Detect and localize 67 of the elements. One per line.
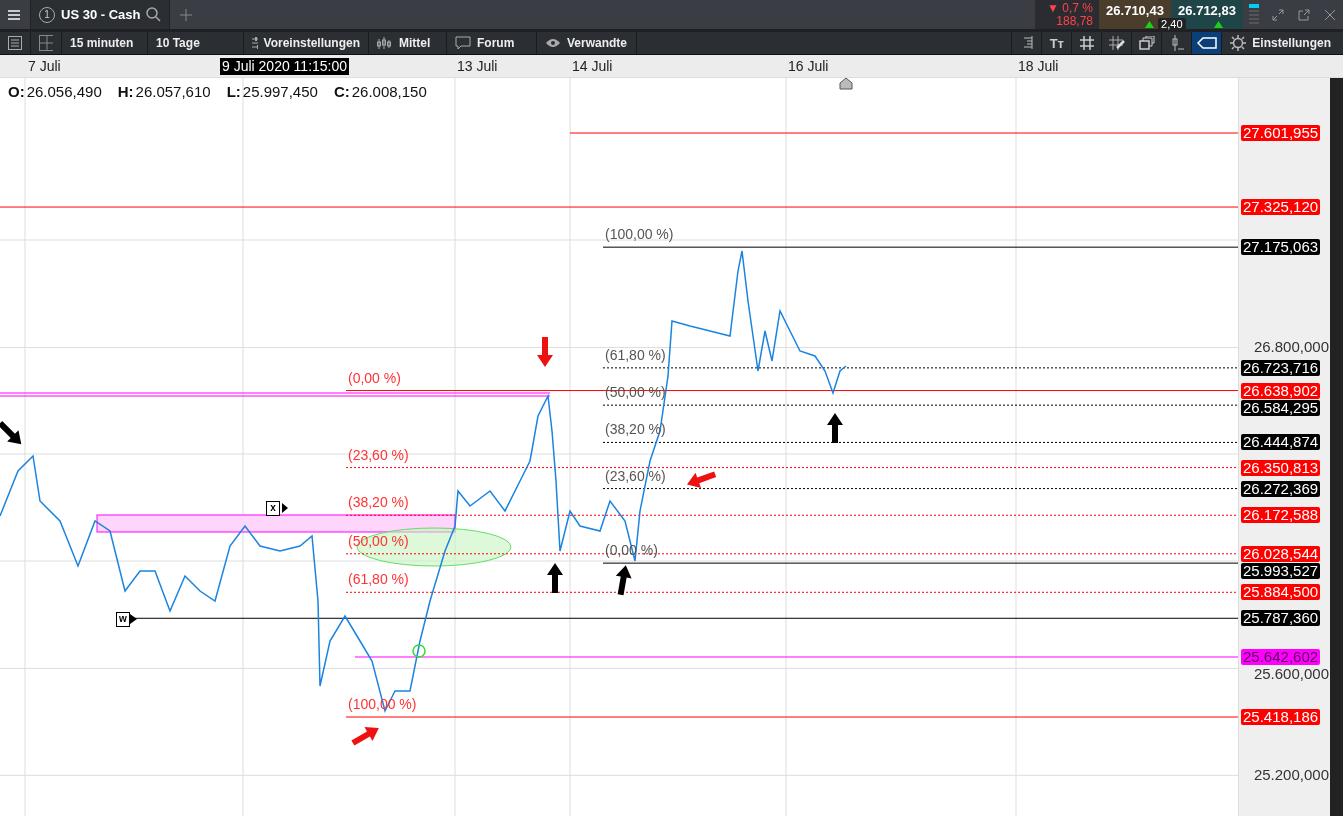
popout-icon[interactable] — [1298, 8, 1310, 21]
price-label: 25.993,527 — [1241, 562, 1321, 579]
price-label: 26.350,813 — [1241, 459, 1321, 476]
circle-annotation — [412, 644, 426, 658]
settings-icon — [1230, 35, 1247, 51]
date-label: 13 Juli — [457, 58, 498, 75]
price-tick: 26.800,000 — [1253, 338, 1329, 357]
price-tick: 25.200,000 — [1253, 766, 1329, 785]
fib-level-label: (0,00 %) — [348, 369, 401, 387]
tab-title: US 30 - Cash — [61, 7, 141, 22]
tag-tool-icon[interactable] — [1191, 32, 1222, 54]
ohlc-value: C:26.008,150 — [333, 83, 427, 100]
price-label: 26.028,544 — [1241, 545, 1321, 562]
fib-level-label: (61,80 %) — [605, 346, 666, 364]
arrow-marker — [0, 421, 22, 445]
price-label: 27.175,063 — [1241, 239, 1321, 256]
date-label: 16 Juli — [788, 58, 829, 75]
date-label: 14 Juli — [572, 58, 613, 75]
candlestick-icon — [377, 37, 393, 49]
expand-icon[interactable] — [1272, 8, 1284, 21]
arrow-marker — [615, 565, 632, 596]
fib-level-label: (23,60 %) — [348, 446, 409, 464]
arrow-marker — [547, 563, 563, 593]
date-label: 9 Juli 2020 11:15:00 — [220, 58, 350, 75]
arrow-marker — [351, 727, 379, 746]
fib-level-label: (100,00 %) — [605, 226, 674, 244]
price-tick: 25.600,000 — [1253, 665, 1329, 683]
level-bars-icon — [1249, 3, 1259, 26]
price-label: 26.172,588 — [1241, 507, 1321, 524]
price-label: 25.642,602 — [1241, 649, 1321, 665]
price-label: 25.884,500 — [1241, 584, 1321, 601]
ohlc-value: L:25.997,450 — [226, 83, 318, 100]
eye-icon — [545, 38, 561, 48]
scrollbar[interactable] — [1330, 78, 1343, 816]
wave-marker: x — [266, 501, 280, 516]
close-icon[interactable] — [1324, 8, 1336, 21]
price-label: 26.444,874 — [1241, 434, 1321, 451]
search-icon[interactable] — [146, 7, 162, 22]
ohlc-value: H:26.057,610 — [117, 83, 211, 100]
price-label: 25.787,360 — [1241, 610, 1321, 627]
price-label: 26.638,902 — [1241, 382, 1321, 399]
change-percent: ▼ 0,7 % — [1047, 1, 1093, 15]
price-label: 26.584,295 — [1241, 399, 1321, 416]
price-label: 27.601,955 — [1241, 125, 1321, 141]
fib-level-label: (23,60 %) — [605, 467, 666, 485]
date-label: 7 Juli — [28, 58, 61, 75]
fib-level-label: (50,00 %) — [348, 532, 409, 550]
date-label: 18 Juli — [1018, 58, 1059, 75]
price-label: 26.723,716 — [1241, 359, 1321, 376]
price-label: 27.325,120 — [1241, 199, 1321, 216]
fib-level-label: (61,80 %) — [348, 571, 409, 589]
text-size-button[interactable]: Tт — [1041, 32, 1072, 54]
instrument-tab[interactable]: 1 US 30 - Cash — [31, 0, 171, 29]
speech-bubble-icon — [455, 36, 471, 50]
wave-marker: w — [116, 612, 130, 627]
up-triangle-icon — [1214, 21, 1224, 28]
arrow-marker — [686, 471, 717, 488]
price-label: 25.418,186 — [1241, 709, 1321, 725]
ohlc-value: O:26.056,490 — [8, 83, 102, 100]
up-triangle-icon — [1145, 21, 1155, 28]
fib-level-label: (38,20 %) — [348, 494, 409, 512]
change-points: 188,78 — [1056, 14, 1093, 28]
sliders-icon — [252, 37, 258, 49]
arrow-marker — [537, 337, 553, 367]
spread-badge: 2,40 — [1158, 18, 1186, 31]
price-label: 26.272,369 — [1241, 480, 1321, 497]
arrow-marker — [827, 413, 843, 443]
